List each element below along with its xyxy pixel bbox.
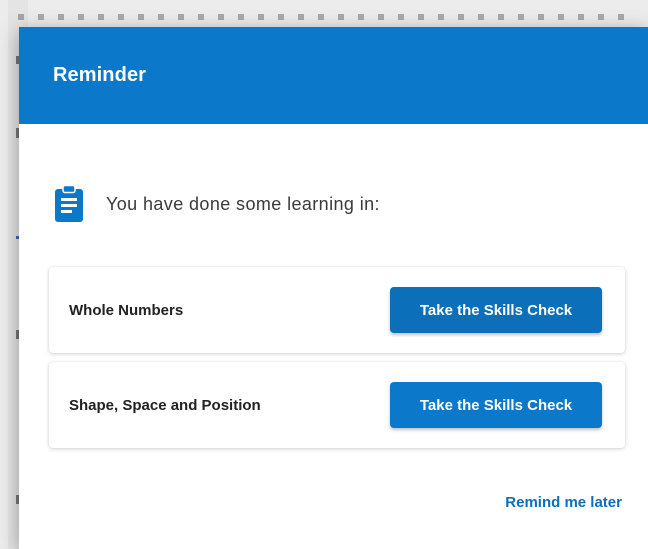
reminder-dialog: Reminder You have done some learning in:…: [19, 27, 648, 549]
intro-text: You have done some learning in:: [106, 193, 380, 214]
remind-me-later-link[interactable]: Remind me later: [505, 494, 622, 511]
take-skills-check-button[interactable]: Take the Skills Check: [390, 382, 602, 428]
dialog-header: Reminder: [19, 27, 648, 124]
topic-name: Whole Numbers: [69, 301, 184, 319]
topic-card: Whole Numbers Take the Skills Check: [49, 267, 625, 353]
dialog-title: Reminder: [53, 64, 147, 86]
intro-row: You have done some learning in:: [54, 185, 380, 223]
background-toolbar: [18, 14, 633, 20]
topic-card: Shape, Space and Position Take the Skill…: [49, 362, 625, 448]
topic-name: Shape, Space and Position: [69, 396, 261, 414]
clipboard-text-icon: [55, 185, 83, 222]
take-skills-check-button[interactable]: Take the Skills Check: [390, 287, 602, 333]
